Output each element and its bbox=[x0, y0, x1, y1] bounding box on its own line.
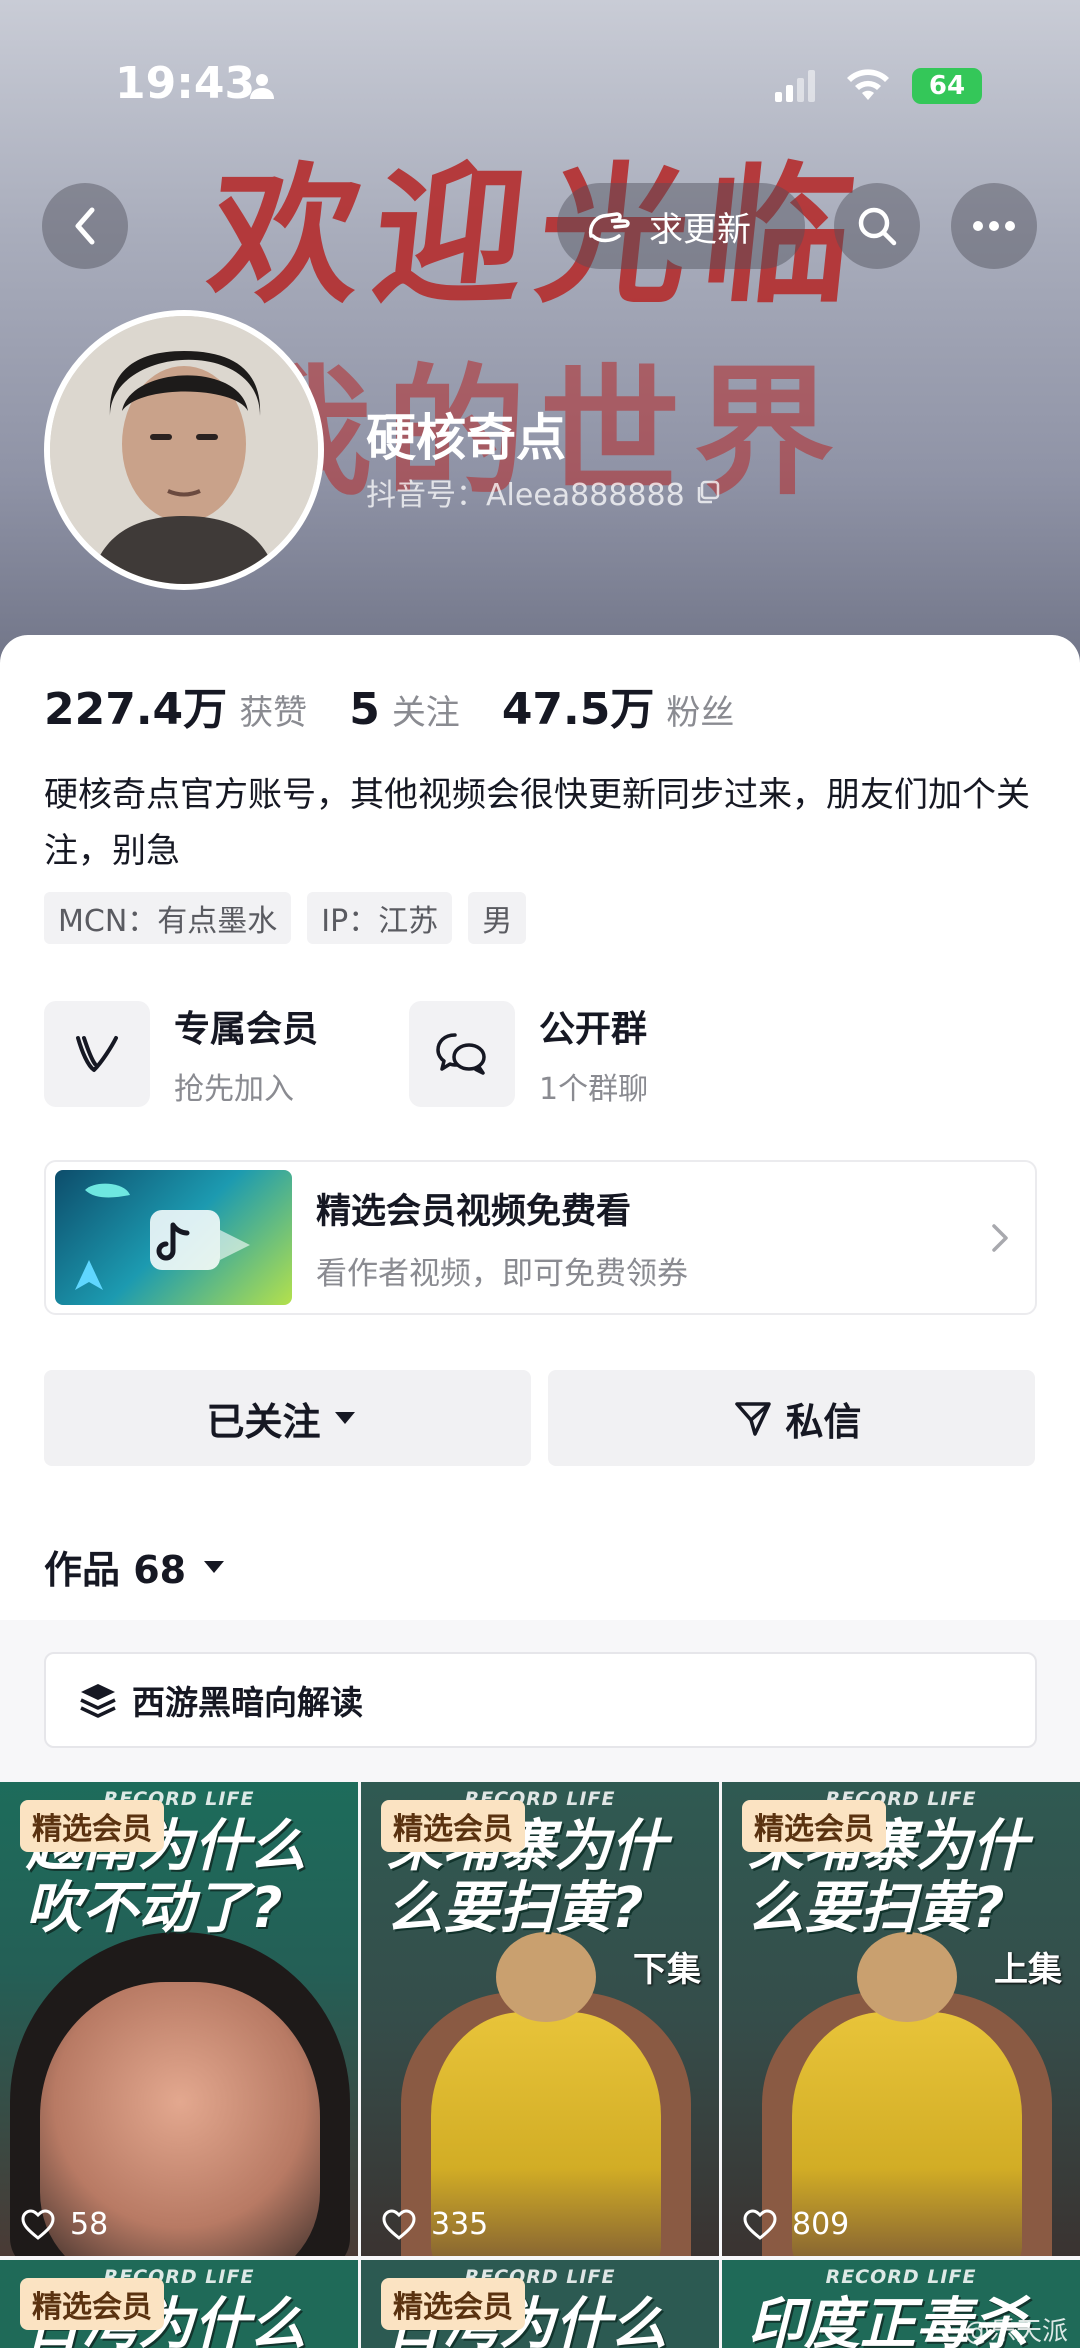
vip-badge: 精选会员 bbox=[381, 2278, 525, 2330]
likes-count: 227.4万 bbox=[44, 684, 228, 735]
caret-down-icon bbox=[334, 1412, 355, 1424]
video-brand: RECORD LIFE bbox=[825, 2266, 977, 2288]
video-tile[interactable]: RECORD LIFE 柬埔寨为什么要扫黄? 精选会员 上集 809 bbox=[722, 1782, 1080, 2256]
avatar[interactable] bbox=[44, 310, 324, 590]
hand-wave-icon bbox=[588, 212, 630, 243]
status-bar: 19:43 64 bbox=[0, 0, 1080, 120]
layers-icon bbox=[80, 1684, 116, 1718]
followers-count[interactable]: 47.5万 bbox=[502, 673, 655, 737]
following-count[interactable]: 5 bbox=[349, 684, 380, 735]
group-title: 公开群 bbox=[539, 1009, 648, 1050]
request-update-label: 求更新 bbox=[649, 209, 751, 250]
douyin-id[interactable]: 抖音号：Aleea888888 bbox=[366, 470, 721, 514]
public-group-entry[interactable]: 公开群 1个群聊 bbox=[409, 1000, 648, 1108]
video-tile[interactable]: RECORD LIFE 越南为什么吹不动了? 精选会员 58 bbox=[0, 1782, 358, 2256]
promo-thumbnail bbox=[55, 1170, 292, 1305]
member-subtitle: 抢先加入 bbox=[174, 1072, 294, 1107]
video-tile[interactable]: RECORD LIFE 台湾为什么 精选会员 bbox=[361, 2260, 719, 2348]
promo-subtitle: 看作者视频，即可免费领券 bbox=[316, 1255, 688, 1292]
heart-icon bbox=[21, 2208, 55, 2240]
battery-indicator: 64 bbox=[912, 68, 982, 104]
collection-entry[interactable]: 西游黑暗向解读 bbox=[44, 1652, 1037, 1748]
chevron-right-icon bbox=[992, 1223, 1008, 1252]
status-time: 19:43 bbox=[115, 58, 256, 109]
message-label: 私信 bbox=[785, 1399, 862, 1444]
more-button[interactable] bbox=[951, 183, 1037, 269]
heart-icon bbox=[743, 2208, 777, 2240]
promo-title: 精选会员视频免费看 bbox=[316, 1191, 632, 1232]
profile-tags: MCN：有点墨水 IP：江苏 男 bbox=[44, 892, 542, 944]
copy-icon[interactable] bbox=[695, 479, 721, 505]
video-thumbnail-head bbox=[496, 1932, 596, 2022]
video-likes-count: 58 bbox=[70, 2207, 109, 2242]
video-tile[interactable]: RECORD LIFE 柬埔寨为什么要扫黄? 精选会员 下集 335 bbox=[361, 1782, 719, 2256]
watermark: @乐天派 bbox=[963, 2317, 1068, 2347]
followed-label: 已关注 bbox=[206, 1399, 321, 1444]
likes-label: 获赞 bbox=[239, 693, 308, 733]
heart-icon bbox=[382, 2208, 416, 2240]
person-icon bbox=[250, 74, 274, 99]
signal-icon bbox=[775, 70, 815, 102]
caret-down-icon bbox=[204, 1560, 225, 1573]
message-button[interactable]: 私信 bbox=[548, 1370, 1035, 1466]
request-update-button[interactable]: 求更新 bbox=[557, 183, 805, 269]
works-label: 作品 68 bbox=[44, 1548, 187, 1592]
video-likes: 58 bbox=[20, 2207, 108, 2242]
member-title: 专属会员 bbox=[174, 1009, 319, 1050]
video-tile[interactable]: RECORD LIFE 台湾为什么 精选会员 bbox=[0, 2260, 358, 2348]
search-icon bbox=[858, 207, 897, 246]
douyin-id-text: 抖音号：Aleea888888 bbox=[366, 478, 685, 513]
send-icon bbox=[735, 1402, 772, 1436]
followers-label[interactable]: 粉丝 bbox=[666, 685, 734, 734]
profile-stats: 227.4万 获赞 5 关注 47.5万 粉丝 bbox=[44, 673, 776, 737]
video-episode: 下集 bbox=[633, 1950, 701, 1990]
profile-name: 硬核奇点 bbox=[366, 409, 566, 467]
vip-video-promo[interactable]: 精选会员视频免费看 看作者视频，即可免费领券 bbox=[44, 1160, 1037, 1315]
exclusive-member-entry[interactable]: 专属会员 抢先加入 bbox=[44, 1000, 318, 1108]
video-episode: 上集 bbox=[994, 1950, 1062, 1990]
tag-mcn: MCN：有点墨水 bbox=[44, 892, 292, 944]
group-chat-icon bbox=[409, 1001, 515, 1107]
video-likes: 335 bbox=[381, 2207, 488, 2242]
following-label[interactable]: 关注 bbox=[392, 685, 460, 734]
tag-ip: IP：江苏 bbox=[307, 892, 453, 944]
more-dots-icon bbox=[973, 221, 1015, 231]
profile-bio: 硬核奇点官方账号，其他视频会很快更新同步过来，朋友们加个关注，别急 bbox=[44, 775, 1030, 871]
vip-badge: 精选会员 bbox=[20, 2278, 164, 2330]
video-likes: 809 bbox=[742, 2207, 849, 2242]
tag-gender: 男 bbox=[468, 892, 527, 944]
wifi-icon bbox=[847, 69, 889, 100]
video-likes-count: 335 bbox=[431, 2207, 489, 2242]
group-subtitle: 1个群聊 bbox=[539, 1072, 649, 1107]
video-likes-count: 809 bbox=[792, 2207, 850, 2242]
search-button[interactable] bbox=[834, 183, 920, 269]
collection-label: 西游黑暗向解读 bbox=[132, 1683, 363, 1722]
member-icon bbox=[44, 1001, 150, 1107]
works-tab[interactable]: 作品 68 bbox=[44, 1539, 226, 1594]
followed-button[interactable]: 已关注 bbox=[44, 1370, 531, 1466]
video-thumbnail-head bbox=[857, 1932, 957, 2022]
vip-badge: 精选会员 bbox=[381, 1800, 525, 1852]
back-button[interactable] bbox=[42, 183, 128, 269]
avatar-portrait bbox=[50, 316, 318, 584]
video-tile[interactable]: RECORD LIFE 印度正毒杀 @乐天派 bbox=[722, 2260, 1080, 2348]
vip-badge: 精选会员 bbox=[20, 1800, 164, 1852]
vip-badge: 精选会员 bbox=[742, 1800, 886, 1852]
chevron-left-icon bbox=[75, 207, 95, 245]
